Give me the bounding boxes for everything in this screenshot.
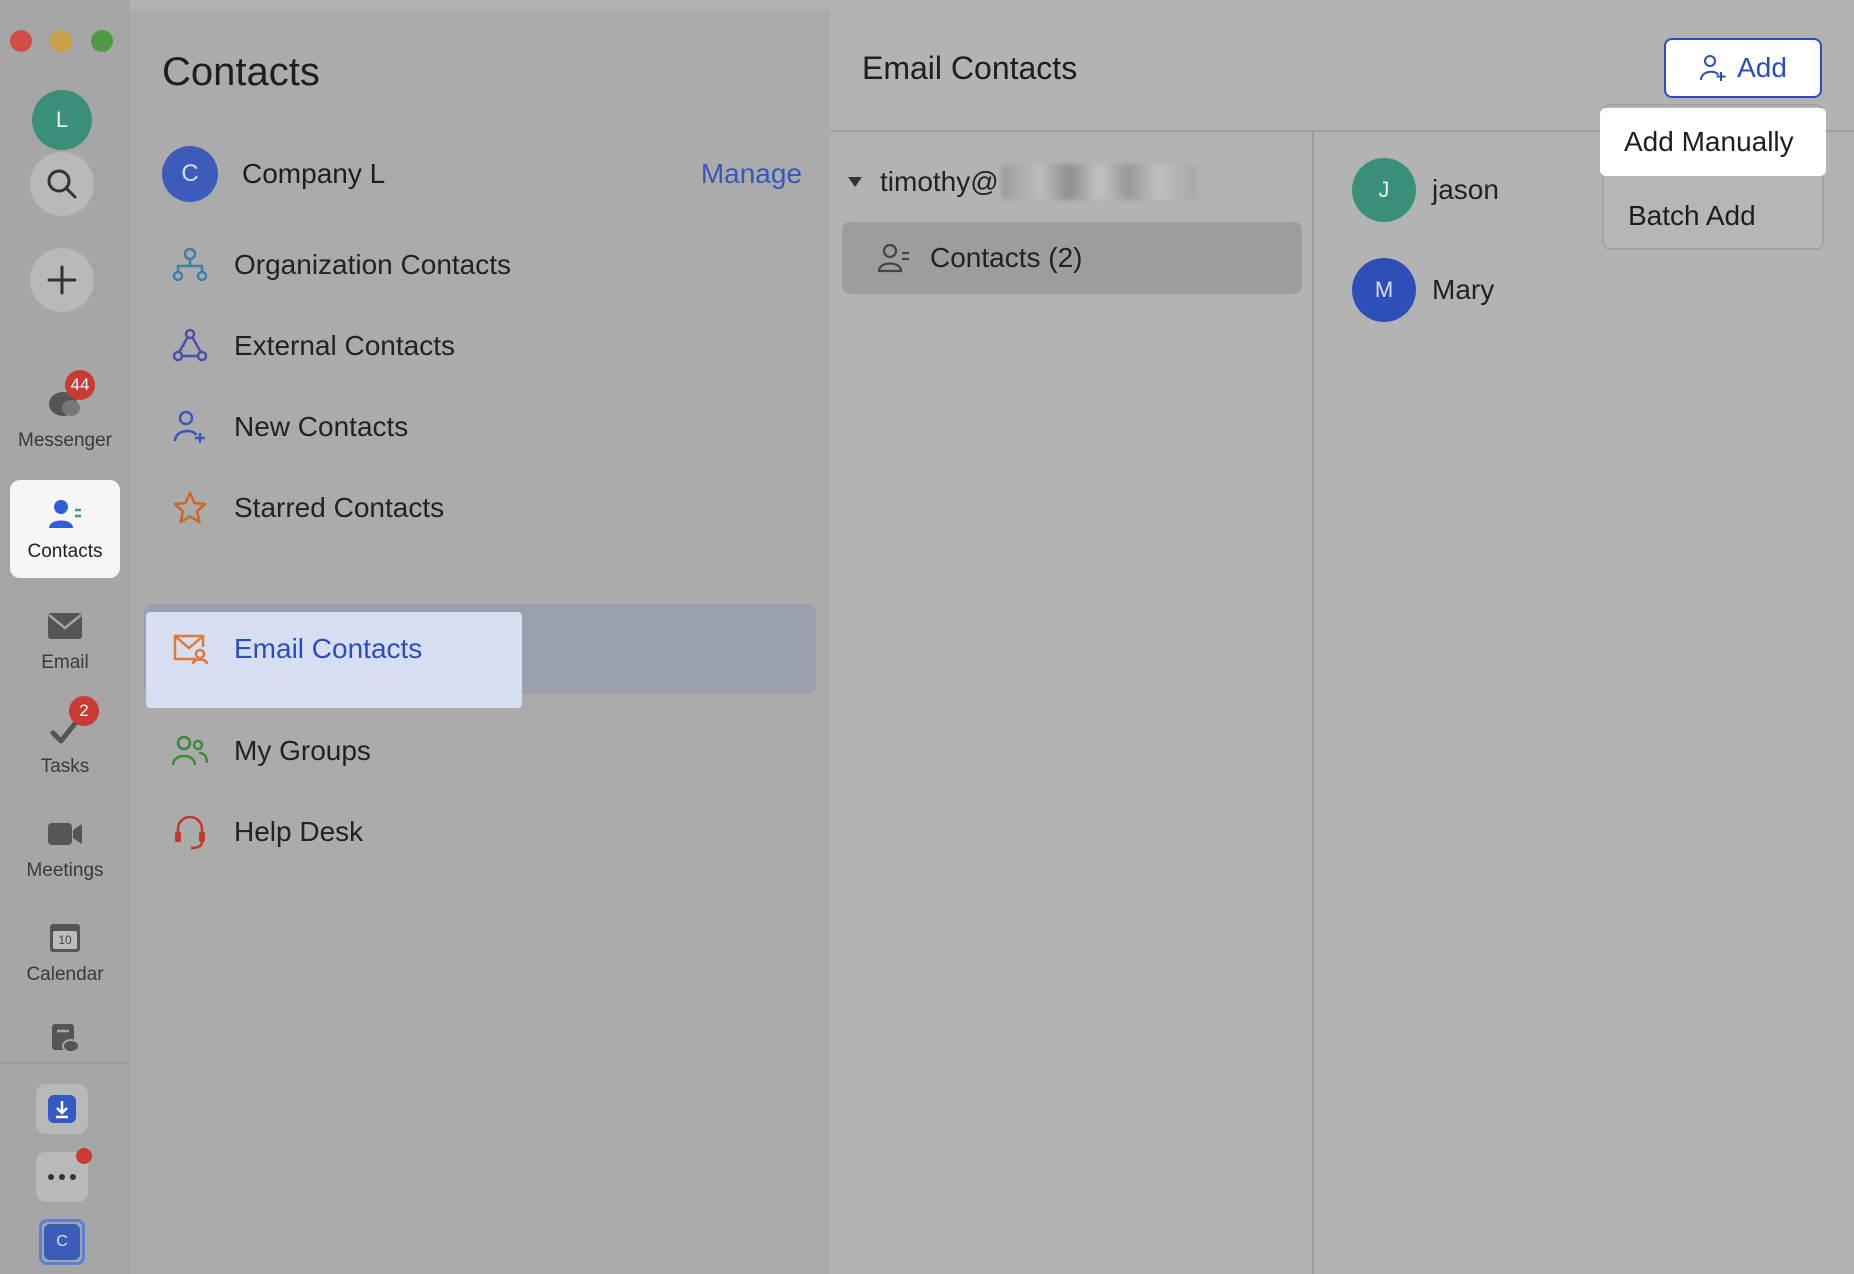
contact-row-jason[interactable]: J jason (1352, 158, 1499, 222)
rail-item-contacts[interactable]: Contacts (10, 480, 120, 578)
notification-dot (76, 1148, 92, 1164)
rail-item-calendar[interactable]: 10 Calendar (10, 904, 120, 1000)
download-icon (48, 1095, 76, 1123)
contact-name: jason (1432, 174, 1499, 205)
contacts-list-icon (876, 240, 912, 276)
contacts-icon (45, 495, 85, 535)
rail-label: Tasks (40, 756, 90, 777)
workspace-switcher[interactable]: C (36, 1216, 88, 1268)
rail-label: Messenger (18, 430, 112, 451)
messenger-badge: 44 (65, 370, 95, 400)
rail-label: Calendar (26, 964, 104, 985)
company-name: Company L (242, 158, 386, 189)
nav-item-label: External Contacts (234, 330, 455, 361)
nav-item-external-contacts[interactable]: External Contacts (144, 301, 816, 391)
calendar-icon-date: 10 (53, 931, 77, 949)
document-cloud-icon (45, 1018, 85, 1058)
nav-item-email-contacts[interactable]: Email Contacts (144, 604, 816, 694)
create-button[interactable] (30, 248, 94, 312)
rail-label: Meetings (26, 860, 104, 881)
nav-item-label: My Groups (234, 735, 371, 766)
caret-down-icon (848, 177, 862, 187)
email-account-row[interactable]: timothy@ (848, 160, 1248, 204)
download-button[interactable] (36, 1084, 88, 1134)
content-title: Email Contacts (862, 50, 1078, 86)
close-window-button[interactable] (10, 30, 32, 52)
contacts-group-label: Contacts (2) (930, 242, 1083, 273)
add-button[interactable]: Add (1664, 38, 1822, 98)
nav-item-starred-contacts[interactable]: Starred Contacts (144, 463, 816, 553)
zoom-window-button[interactable] (91, 30, 113, 52)
nav-item-organization-contacts[interactable]: Organization Contacts (144, 220, 816, 310)
manage-link[interactable]: Manage (701, 158, 802, 190)
add-dropdown-menu: Add Manually Batch Add (1600, 104, 1826, 250)
external-network-icon (170, 326, 210, 366)
nav-item-label: Starred Contacts (234, 492, 445, 523)
page-title: Contacts (162, 50, 320, 94)
column-divider (1312, 130, 1314, 1274)
company-row[interactable]: C Company L Manage (162, 146, 802, 202)
workspace-avatar: C (44, 1224, 80, 1260)
rail-label: Email (41, 652, 89, 673)
chat-bubble-icon: 44 (45, 370, 95, 424)
add-button-label: Add (1737, 52, 1787, 83)
nav-item-my-groups[interactable]: My Groups (144, 706, 816, 796)
contacts-nav-panel: Contacts C Company L Manage Organization… (130, 10, 830, 1274)
headset-icon (170, 812, 210, 852)
avatar: J (1352, 158, 1416, 222)
company-avatar: C (162, 146, 218, 202)
email-account-prefix: timothy@ (880, 166, 999, 197)
search-icon (47, 169, 77, 199)
plus-icon (47, 265, 77, 295)
nav-item-label: Help Desk (234, 816, 364, 847)
contact-name: Mary (1432, 274, 1495, 305)
rail-item-meetings[interactable]: Meetings (10, 800, 120, 896)
user-avatar[interactable]: L (32, 90, 92, 150)
search-button[interactable] (30, 152, 94, 216)
nav-item-help-desk[interactable]: Help Desk (144, 787, 816, 877)
contacts-group-row[interactable]: Contacts (2) (842, 222, 1302, 294)
app-window: L 44 Messenger Contacts Email 2 Tasks Me… (0, 0, 1854, 1274)
batch-add-option[interactable]: Batch Add (1604, 182, 1822, 250)
more-dots-icon (48, 1174, 76, 1180)
app-rail: L 44 Messenger Contacts Email 2 Tasks Me… (0, 0, 130, 1274)
nav-item-label: Organization Contacts (234, 249, 512, 280)
nav-item-label: New Contacts (234, 411, 409, 442)
content-panel: Email Contacts Add timothy@ Contacts (2)… (830, 10, 1854, 1274)
rail-item-messenger[interactable]: 44 Messenger (10, 370, 120, 466)
rail-label: Contacts (27, 541, 103, 562)
nav-item-new-contacts[interactable]: New Contacts (144, 382, 816, 472)
star-icon (170, 488, 210, 528)
rail-item-tasks[interactable]: 2 Tasks (10, 696, 120, 792)
group-icon (170, 731, 210, 771)
email-contact-icon (170, 629, 210, 669)
mail-icon (45, 606, 85, 646)
tasks-badge: 2 (69, 696, 99, 726)
more-button[interactable] (36, 1148, 92, 1202)
add-person-icon (1699, 54, 1727, 82)
add-manually-option[interactable]: Add Manually (1600, 108, 1826, 176)
rail-item-email[interactable]: Email (10, 592, 120, 688)
video-camera-icon (45, 814, 85, 854)
redacted-email-domain (1000, 164, 1197, 200)
user-avatar-letter: L (55, 107, 69, 132)
task-check-icon: 2 (45, 696, 99, 750)
org-chart-icon (170, 245, 210, 285)
add-person-icon (170, 407, 210, 447)
rail-divider (0, 1062, 130, 1064)
minimize-window-button[interactable] (50, 30, 72, 52)
nav-item-label: Email Contacts (234, 633, 423, 664)
avatar: M (1352, 258, 1416, 322)
contact-row-mary[interactable]: M Mary (1352, 258, 1494, 322)
rail-item-approval[interactable] (10, 1006, 120, 1076)
calendar-icon: 10 (45, 918, 85, 958)
